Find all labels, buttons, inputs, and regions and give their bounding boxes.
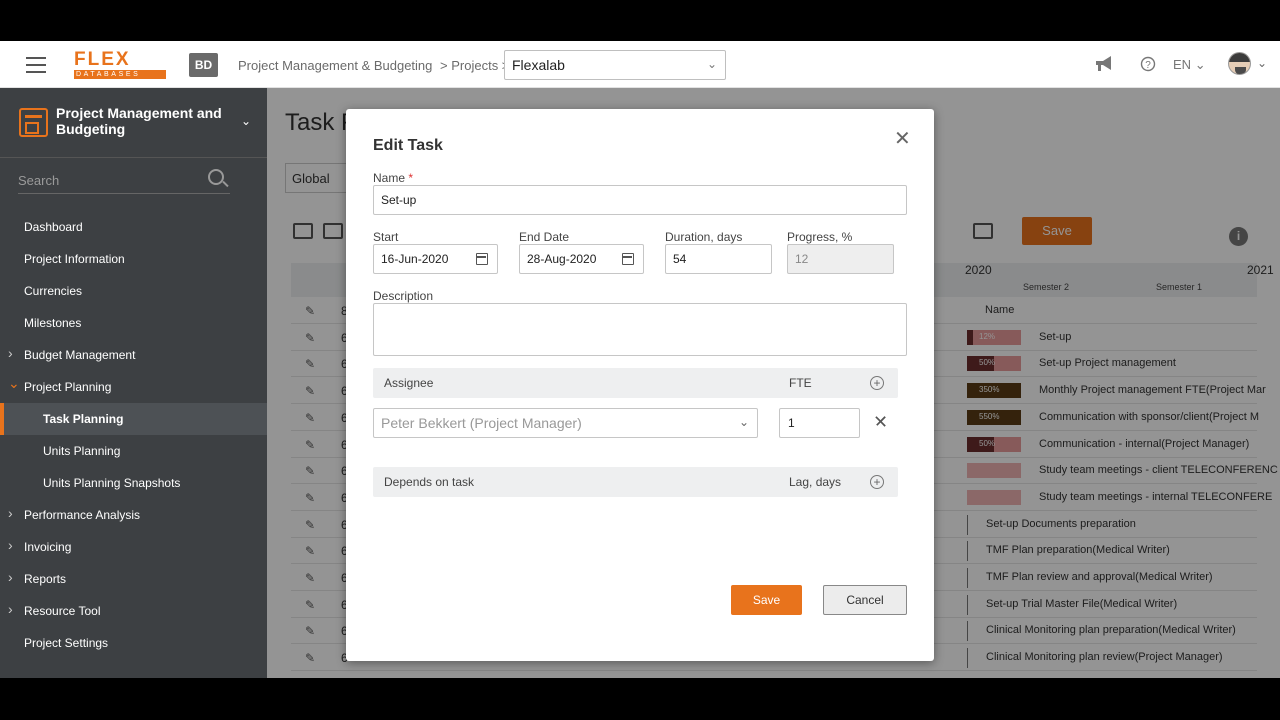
chevron-right-icon: › bbox=[8, 601, 13, 617]
sidebar-item-label: Budget Management bbox=[24, 348, 136, 362]
depends-section-header: Depends on task Lag, days + bbox=[373, 467, 898, 497]
start-label: Start bbox=[373, 230, 399, 244]
sidebar-item[interactable]: › Resource Tool bbox=[0, 595, 267, 627]
calendar-icon[interactable] bbox=[622, 253, 634, 265]
chevron-right-icon: › bbox=[8, 537, 13, 553]
sidebar-item-label: Units Planning bbox=[43, 444, 121, 458]
lag-header: Lag, days bbox=[789, 475, 842, 489]
user-avatar[interactable] bbox=[1228, 52, 1251, 75]
sidebar-item-label: Currencies bbox=[24, 284, 83, 298]
sidebar-item-label: Units Planning Snapshots bbox=[43, 476, 181, 490]
depends-header: Depends on task bbox=[384, 475, 475, 489]
add-dependency-icon[interactable]: + bbox=[870, 475, 884, 489]
flex-databases-logo[interactable]: FLEX DATABASES bbox=[74, 49, 166, 79]
assignee-value: Peter Bekkert (Project Manager) bbox=[381, 415, 582, 431]
sidebar-item-label: Performance Analysis bbox=[24, 508, 141, 522]
logo-text-bottom: DATABASES bbox=[74, 70, 166, 79]
project-management-icon bbox=[19, 108, 48, 137]
sidebar-item[interactable]: Task Planning bbox=[0, 403, 267, 435]
name-input[interactable]: Set-up bbox=[373, 185, 907, 215]
language-select[interactable]: EN ⌄ bbox=[1173, 57, 1206, 73]
chevron-down-icon[interactable]: ⌄ bbox=[1257, 56, 1267, 70]
sidebar-item-label: Dashboard bbox=[24, 220, 83, 234]
calendar-icon[interactable] bbox=[476, 253, 488, 265]
sidebar-item-label: Invoicing bbox=[24, 540, 72, 554]
chevron-down-icon: ⌄ bbox=[738, 415, 749, 429]
sidebar-item-label: Milestones bbox=[24, 316, 82, 330]
chevron-down-icon: ⌄ bbox=[706, 57, 717, 71]
sidebar-item[interactable]: ⌄ Project Planning bbox=[0, 371, 267, 403]
cancel-button[interactable]: Cancel bbox=[823, 585, 907, 615]
assignee-header: Assignee bbox=[384, 376, 434, 390]
duration-label: Duration, days bbox=[665, 230, 743, 244]
sidebar-item-label: Project Settings bbox=[24, 636, 109, 650]
assignee-select[interactable]: Peter Bekkert (Project Manager) ⌄ bbox=[373, 408, 758, 438]
chevron-down-icon[interactable]: ⌄ bbox=[241, 114, 251, 128]
sidebar-module-title: Project Management and Budgeting bbox=[56, 105, 222, 137]
sidebar-item[interactable]: Units Planning bbox=[0, 435, 267, 467]
help-icon[interactable]: ? bbox=[1140, 56, 1156, 77]
duration-input[interactable]: 54 bbox=[665, 244, 772, 274]
sidebar-item[interactable]: Milestones bbox=[0, 307, 267, 339]
sidebar-item[interactable]: Dashboard bbox=[0, 211, 267, 243]
sidebar-item-label: Resource Tool bbox=[24, 604, 101, 618]
search-input[interactable]: Search bbox=[18, 173, 59, 188]
sidebar-item-label: Project Information bbox=[24, 252, 125, 266]
breadcrumb: Project Management & Budgeting > Project… bbox=[238, 58, 513, 73]
chevron-right-icon: › bbox=[8, 505, 13, 521]
language-label: EN bbox=[1173, 57, 1192, 72]
project-select-value: Flexalab bbox=[512, 57, 565, 73]
edit-task-dialog: Edit Task ✕ Name * Set-up Start 16-Jun-2… bbox=[346, 109, 934, 661]
progress-input: 12 bbox=[787, 244, 894, 274]
end-date-value: 28-Aug-2020 bbox=[527, 252, 597, 266]
bd-badge: BD bbox=[189, 53, 218, 77]
end-date-label: End Date bbox=[519, 230, 570, 244]
chevron-right-icon: › bbox=[8, 345, 13, 361]
sidebar-item[interactable]: › Invoicing bbox=[0, 531, 267, 563]
sidebar-item-label: Task Planning bbox=[43, 412, 124, 426]
svg-text:?: ? bbox=[1145, 60, 1151, 71]
sidebar-item[interactable]: › Performance Analysis bbox=[0, 499, 267, 531]
chevron-down-icon: ⌄ bbox=[8, 375, 20, 391]
sidebar-item[interactable]: › Reports bbox=[0, 563, 267, 595]
start-date-input[interactable]: 16-Jun-2020 bbox=[373, 244, 498, 274]
description-label: Description bbox=[373, 289, 434, 303]
sidebar: Project Management and Budgeting ⌄ Searc… bbox=[0, 88, 267, 678]
sidebar-item-label: Reports bbox=[24, 572, 67, 586]
add-assignee-icon[interactable]: + bbox=[870, 376, 884, 390]
search-icon[interactable] bbox=[208, 169, 224, 185]
hamburger-menu-icon[interactable] bbox=[26, 57, 46, 73]
required-marker: * bbox=[408, 171, 414, 185]
breadcrumb-module[interactable]: Project Management & Budgeting bbox=[238, 58, 432, 73]
sidebar-item-label: Project Planning bbox=[24, 380, 112, 394]
start-date-value: 16-Jun-2020 bbox=[381, 252, 449, 266]
progress-label: Progress, % bbox=[787, 230, 853, 244]
description-textarea[interactable] bbox=[373, 303, 907, 356]
sidebar-search[interactable]: Search bbox=[18, 167, 230, 194]
name-label-text: Name bbox=[373, 171, 406, 185]
assignee-section-header: Assignee FTE + bbox=[373, 368, 898, 398]
name-label: Name * bbox=[373, 171, 413, 185]
sidebar-header[interactable]: Project Management and Budgeting ⌄ bbox=[0, 88, 267, 158]
app-window: FLEX DATABASES BD Project Management & B… bbox=[0, 41, 1280, 678]
top-bar: FLEX DATABASES BD Project Management & B… bbox=[0, 41, 1280, 88]
logo-text-top: FLEX bbox=[74, 49, 131, 70]
sidebar-item[interactable]: Units Planning Snapshots bbox=[0, 467, 267, 499]
end-date-input[interactable]: 28-Aug-2020 bbox=[519, 244, 644, 274]
project-select[interactable]: Flexalab ⌄ bbox=[504, 50, 726, 80]
sidebar-item[interactable]: Project Information bbox=[0, 243, 267, 275]
chevron-down-icon: ⌄ bbox=[1194, 57, 1206, 72]
chevron-right-icon: › bbox=[8, 569, 13, 585]
close-icon[interactable]: ✕ bbox=[894, 129, 911, 149]
sidebar-item[interactable]: › Budget Management bbox=[0, 339, 267, 371]
sidebar-item[interactable]: Project Settings bbox=[0, 627, 267, 659]
dialog-title: Edit Task bbox=[373, 137, 443, 154]
fte-header: FTE bbox=[789, 376, 812, 390]
breadcrumb-projects[interactable]: > Projects > bbox=[440, 58, 509, 73]
fte-input[interactable]: 1 bbox=[779, 408, 860, 438]
sidebar-item[interactable]: Currencies bbox=[0, 275, 267, 307]
save-button[interactable]: Save bbox=[731, 585, 802, 615]
megaphone-icon[interactable] bbox=[1094, 55, 1114, 78]
